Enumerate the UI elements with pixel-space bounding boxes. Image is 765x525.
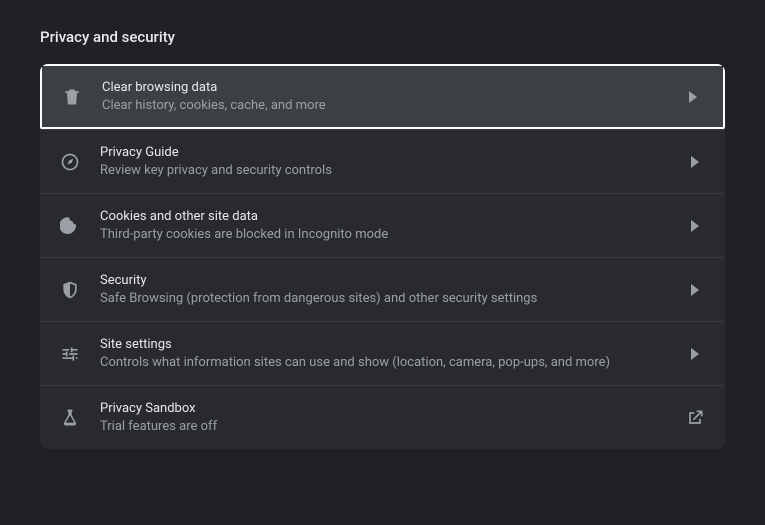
sliders-icon bbox=[60, 344, 80, 364]
row-title: Privacy Guide bbox=[100, 145, 673, 160]
cookie-icon bbox=[60, 216, 80, 236]
row-privacy-guide[interactable]: Privacy Guide Review key privacy and sec… bbox=[40, 129, 725, 193]
chevron-right-icon bbox=[685, 216, 705, 236]
row-subtitle: Third-party cookies are blocked in Incog… bbox=[100, 227, 673, 242]
row-subtitle: Review key privacy and security controls bbox=[100, 163, 673, 178]
row-site-settings[interactable]: Site settings Controls what information … bbox=[40, 321, 725, 385]
settings-card: Clear browsing data Clear history, cooki… bbox=[40, 64, 725, 449]
trash-icon bbox=[62, 87, 82, 107]
row-texts: Clear browsing data Clear history, cooki… bbox=[102, 80, 671, 113]
row-texts: Cookies and other site data Third-party … bbox=[100, 209, 673, 242]
open-in-new-icon bbox=[685, 408, 705, 428]
row-texts: Privacy Guide Review key privacy and sec… bbox=[100, 145, 673, 178]
row-privacy-sandbox[interactable]: Privacy Sandbox Trial features are off bbox=[40, 385, 725, 449]
row-subtitle: Safe Browsing (protection from dangerous… bbox=[100, 291, 673, 306]
row-title: Cookies and other site data bbox=[100, 209, 673, 224]
section-title: Privacy and security bbox=[40, 28, 725, 46]
row-texts: Site settings Controls what information … bbox=[100, 337, 673, 370]
row-title: Site settings bbox=[100, 337, 673, 352]
row-title: Privacy Sandbox bbox=[100, 401, 673, 416]
chevron-right-icon bbox=[685, 344, 705, 364]
row-subtitle: Trial features are off bbox=[100, 419, 673, 434]
row-cookies[interactable]: Cookies and other site data Third-party … bbox=[40, 193, 725, 257]
chevron-right-icon bbox=[683, 87, 703, 107]
row-subtitle: Clear history, cookies, cache, and more bbox=[102, 98, 671, 113]
row-security[interactable]: Security Safe Browsing (protection from … bbox=[40, 257, 725, 321]
row-texts: Security Safe Browsing (protection from … bbox=[100, 273, 673, 306]
compass-icon bbox=[60, 152, 80, 172]
row-title: Clear browsing data bbox=[102, 80, 671, 95]
row-clear-browsing-data[interactable]: Clear browsing data Clear history, cooki… bbox=[40, 64, 725, 129]
shield-icon bbox=[60, 280, 80, 300]
row-subtitle: Controls what information sites can use … bbox=[100, 355, 673, 370]
flask-icon bbox=[60, 408, 80, 428]
chevron-right-icon bbox=[685, 152, 705, 172]
row-title: Security bbox=[100, 273, 673, 288]
row-texts: Privacy Sandbox Trial features are off bbox=[100, 401, 673, 434]
chevron-right-icon bbox=[685, 280, 705, 300]
